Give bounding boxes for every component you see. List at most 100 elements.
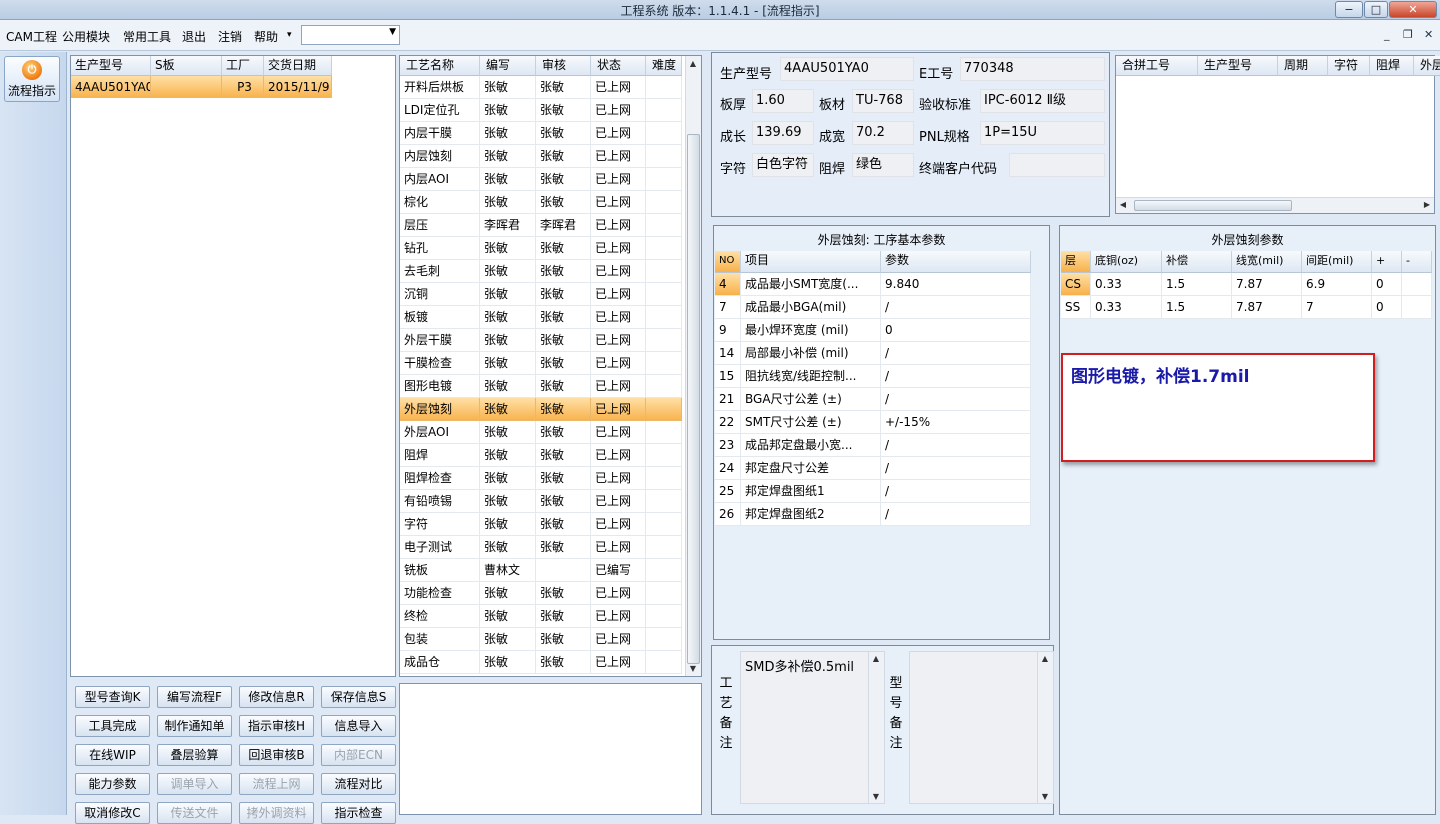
params-col-header[interactable]: NO bbox=[715, 251, 741, 273]
menu-cam[interactable]: CAM工程 bbox=[6, 28, 57, 45]
orders-col-header[interactable]: 交货日期 bbox=[264, 56, 332, 76]
action-button[interactable]: 取消修改C bbox=[75, 802, 150, 824]
table-cell[interactable]: 21 bbox=[715, 388, 741, 411]
table-cell[interactable]: 4 bbox=[715, 273, 741, 296]
std-field[interactable]: IPC-6012 Ⅱ级 bbox=[980, 89, 1105, 113]
action-button[interactable]: 叠层验算 bbox=[157, 744, 232, 766]
menu-tools[interactable]: 常用工具 bbox=[123, 28, 171, 45]
table-row[interactable]: 钻孔 张敏 张敏 已上网 bbox=[400, 237, 682, 260]
process-col-header[interactable]: 审核 bbox=[536, 56, 591, 76]
chevron-down-icon[interactable]: ▾ bbox=[287, 30, 292, 40]
table-cell[interactable]: 9.840 bbox=[881, 273, 1031, 296]
model-remark-scrollbar[interactable]: ▲ ▼ bbox=[1037, 652, 1053, 803]
table-cell[interactable]: 23 bbox=[715, 434, 741, 457]
table-cell[interactable]: 0 bbox=[881, 319, 1031, 342]
table-cell[interactable]: / bbox=[881, 296, 1031, 319]
table-cell[interactable]: 局部最小补偿 (mil) bbox=[741, 342, 881, 365]
table-cell[interactable]: 1.5 bbox=[1162, 296, 1232, 319]
menu-common-module[interactable]: 公用模块 bbox=[62, 28, 110, 45]
merge-scroll-thumb[interactable] bbox=[1134, 200, 1292, 211]
table-row[interactable]: 字符 张敏 张敏 已上网 bbox=[400, 513, 682, 536]
etch-col-header[interactable]: + bbox=[1372, 251, 1402, 273]
action-button[interactable]: 流程对比 bbox=[321, 773, 396, 795]
table-cell[interactable]: 7.87 bbox=[1232, 273, 1302, 296]
merge-col-header[interactable]: 阻焊 bbox=[1370, 56, 1414, 76]
table-cell[interactable]: / bbox=[881, 388, 1031, 411]
table-cell[interactable]: 9 bbox=[715, 319, 741, 342]
mdi-minimize-icon[interactable]: _ bbox=[1384, 28, 1390, 41]
table-row[interactable]: 4AAU501YA0 P3 2015/11/9 bbox=[71, 76, 332, 98]
table-cell[interactable]: / bbox=[881, 503, 1031, 526]
table-cell[interactable]: +/-15% bbox=[881, 411, 1031, 434]
merge-col-header[interactable]: 字符 bbox=[1328, 56, 1370, 76]
table-cell[interactable]: 1.5 bbox=[1162, 273, 1232, 296]
action-button[interactable]: 编写流程F bbox=[157, 686, 232, 708]
table-row[interactable]: 阻焊 张敏 张敏 已上网 bbox=[400, 444, 682, 467]
table-cell[interactable]: 0.33 bbox=[1091, 296, 1162, 319]
table-cell[interactable]: 成品最小SMT宽度(... bbox=[741, 273, 881, 296]
merge-scrollbar[interactable]: ◀ ▶ bbox=[1116, 197, 1434, 213]
e-no-field[interactable]: 770348 bbox=[960, 57, 1105, 81]
table-row[interactable]: 外层AOI 张敏 张敏 已上网 bbox=[400, 421, 682, 444]
maximize-button[interactable]: □ bbox=[1364, 1, 1388, 18]
table-row[interactable]: LDI定位孔 张敏 张敏 已上网 bbox=[400, 99, 682, 122]
table-row[interactable]: 去毛刺 张敏 张敏 已上网 bbox=[400, 260, 682, 283]
process-col-header[interactable]: 难度 bbox=[646, 56, 682, 76]
menu-help[interactable]: 帮助 bbox=[254, 28, 278, 45]
table-cell[interactable]: 7 bbox=[715, 296, 741, 319]
char-field[interactable]: 白色字符 bbox=[752, 153, 814, 177]
len-field[interactable]: 139.69 bbox=[752, 121, 814, 145]
etch-col-header[interactable]: 间距(mil) bbox=[1302, 251, 1372, 273]
table-cell[interactable]: 0.33 bbox=[1091, 273, 1162, 296]
scroll-down-icon[interactable]: ▼ bbox=[686, 664, 700, 673]
cust-field[interactable] bbox=[1009, 153, 1105, 177]
table-cell[interactable]: 邦定焊盘图纸2 bbox=[741, 503, 881, 526]
flow-indicator-button[interactable]: ⏻ 流程指示 bbox=[4, 56, 60, 102]
table-cell[interactable]: / bbox=[881, 434, 1031, 457]
table-cell[interactable]: 0 bbox=[1372, 273, 1402, 296]
etch-col-header[interactable]: - bbox=[1402, 251, 1432, 273]
action-button[interactable]: 在线WIP bbox=[75, 744, 150, 766]
mat-field[interactable]: TU-768 bbox=[852, 89, 914, 113]
action-button[interactable]: 回退审核B bbox=[239, 744, 314, 766]
table-row[interactable]: 功能检查 张敏 张敏 已上网 bbox=[400, 582, 682, 605]
table-cell[interactable]: 7.87 bbox=[1232, 296, 1302, 319]
table-row[interactable]: 外层蚀刻 张敏 张敏 已上网 bbox=[400, 398, 682, 421]
action-button[interactable]: 工具完成 bbox=[75, 715, 150, 737]
table-cell[interactable]: / bbox=[881, 480, 1031, 503]
model-field[interactable]: 4AAU501YA0 bbox=[780, 57, 914, 81]
action-button[interactable]: 制作通知单 bbox=[157, 715, 232, 737]
mdi-restore-icon[interactable]: ❐ bbox=[1403, 28, 1413, 41]
table-cell[interactable]: 14 bbox=[715, 342, 741, 365]
table-cell[interactable]: 0 bbox=[1372, 296, 1402, 319]
table-row[interactable]: 内层蚀刻 张敏 张敏 已上网 bbox=[400, 145, 682, 168]
process-remark-scrollbar[interactable]: ▲ ▼ bbox=[868, 652, 884, 803]
table-cell[interactable]: 成品最小BGA(mil) bbox=[741, 296, 881, 319]
scroll-right-icon[interactable]: ▶ bbox=[1420, 200, 1434, 209]
table-cell[interactable]: 22 bbox=[715, 411, 741, 434]
table-row[interactable]: 铣板 曹林文 已编写 bbox=[400, 559, 682, 582]
merge-col-header[interactable]: 生产型号 bbox=[1198, 56, 1278, 76]
pnl-field[interactable]: 1P=15U bbox=[980, 121, 1105, 145]
mdi-close-icon[interactable]: ✕ bbox=[1424, 28, 1433, 41]
action-button[interactable]: 指示检查 bbox=[321, 802, 396, 824]
scroll-left-icon[interactable]: ◀ bbox=[1116, 200, 1130, 209]
table-cell[interactable]: SS bbox=[1061, 296, 1091, 319]
merge-col-header[interactable]: 周期 bbox=[1278, 56, 1328, 76]
table-row[interactable]: 板镀 张敏 张敏 已上网 bbox=[400, 306, 682, 329]
action-button[interactable]: 保存信息S bbox=[321, 686, 396, 708]
etch-col-header[interactable]: 线宽(mil) bbox=[1232, 251, 1302, 273]
scroll-down-icon[interactable]: ▼ bbox=[1038, 792, 1052, 801]
merge-col-header[interactable]: 外层 bbox=[1414, 56, 1440, 76]
table-cell[interactable]: 邦定焊盘图纸1 bbox=[741, 480, 881, 503]
table-row[interactable]: 开料后烘板 张敏 张敏 已上网 bbox=[400, 76, 682, 99]
etch-col-header[interactable]: 补偿 bbox=[1162, 251, 1232, 273]
minimize-button[interactable]: − bbox=[1335, 1, 1363, 18]
table-cell[interactable]: SMT尺寸公差 (±) bbox=[741, 411, 881, 434]
table-cell[interactable]: / bbox=[881, 342, 1031, 365]
action-button[interactable]: 信息导入 bbox=[321, 715, 396, 737]
orders-col-header[interactable]: S板 bbox=[151, 56, 222, 76]
action-button[interactable]: 修改信息R bbox=[239, 686, 314, 708]
table-row[interactable]: 棕化 张敏 张敏 已上网 bbox=[400, 191, 682, 214]
table-row[interactable]: 沉铜 张敏 张敏 已上网 bbox=[400, 283, 682, 306]
